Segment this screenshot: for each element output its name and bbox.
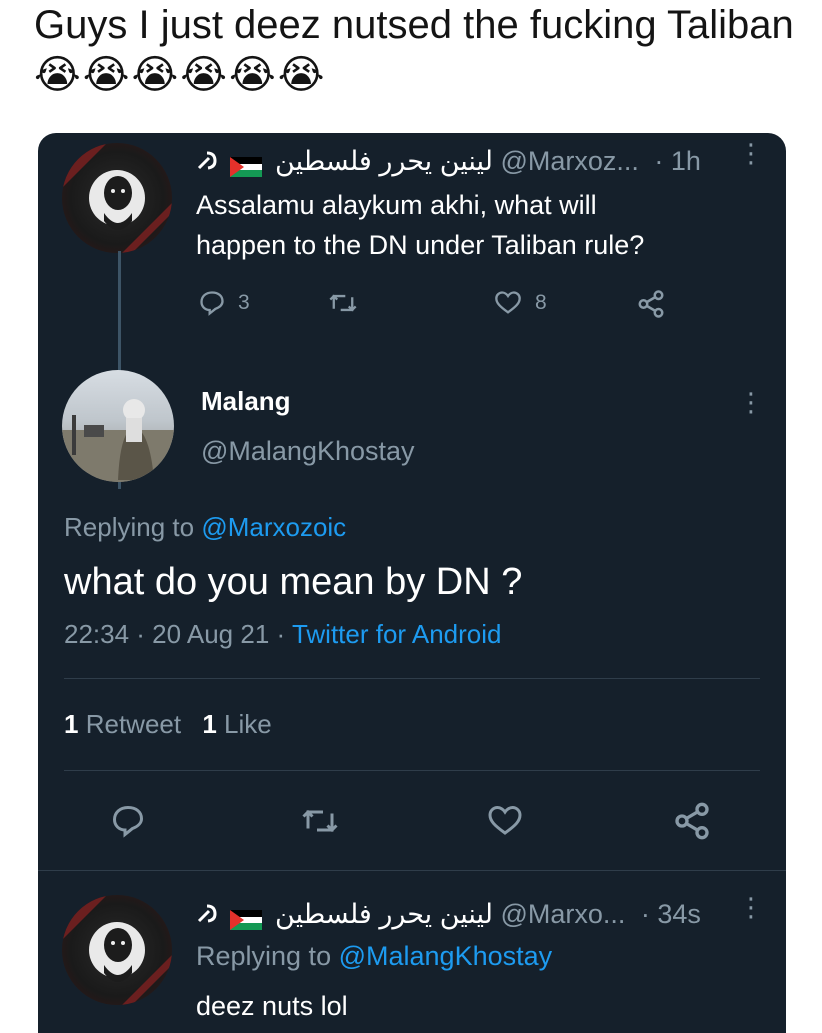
hammer-sickle-icon — [196, 900, 218, 931]
tweet1-more-icon[interactable]: ⋮ — [738, 140, 764, 166]
avatar-marxozoic[interactable] — [62, 143, 172, 253]
main-retweet-button[interactable] — [300, 803, 352, 839]
reply-icon — [200, 291, 224, 316]
main-like-button[interactable] — [486, 803, 536, 839]
meme-caption: Guys I just deez nutsed the fucking Tali… — [34, 0, 804, 100]
retweet-icon — [302, 809, 338, 833]
reply-display-name[interactable]: لينين يحرر فلسطين — [275, 899, 493, 929]
tweet1-text-line1: Assalamu alaykum akhi, what will — [196, 190, 597, 220]
main-replying-to: Replying to @Marxozoic — [64, 512, 346, 543]
tweet1-display-name[interactable]: لينين يحرر فلسطين — [275, 146, 493, 176]
share-icon — [638, 290, 664, 318]
crying-emoji-row: 😭😭😭😭😭😭 — [34, 53, 327, 97]
main-replying-label: Replying to — [64, 512, 195, 542]
retweet-stat[interactable]: 1 Retweet — [64, 709, 188, 739]
divider — [38, 870, 786, 871]
like-icon — [488, 805, 522, 835]
caption-text: Guys I just deez nutsed the fucking Tali… — [34, 3, 794, 47]
reply-replying-label: Replying to — [196, 941, 332, 971]
tweet1-text-line2: happen to the DN under Taliban rule? — [196, 230, 645, 260]
engagement-counts: 1 Retweet 1 Like — [64, 709, 272, 740]
main-display-name[interactable]: Malang — [201, 386, 291, 417]
retweet-label: Retweet — [85, 709, 182, 739]
reply-text: deez nuts lol — [196, 991, 348, 1021]
like-label: Like — [224, 709, 272, 739]
palestine-flag-icon — [229, 906, 262, 930]
tweet1-header: لينين يحرر فلسطين @Marxoz... · 1h — [196, 146, 701, 178]
like-count: 1 — [202, 709, 217, 739]
reply-header: لينين يحرر فلسطين @Marxo... · 34s — [196, 899, 701, 931]
tweet1-like-button[interactable]: 8 — [493, 289, 547, 317]
reply-replying-to: Replying to @MalangKhostay — [196, 941, 552, 972]
avatar-malang[interactable] — [62, 370, 174, 482]
like-icon — [495, 291, 521, 314]
tweet1-retweet-button[interactable] — [328, 289, 370, 317]
like-stat[interactable]: 1 Like — [202, 709, 271, 739]
tweet1-reply-button[interactable]: 3 — [198, 289, 250, 317]
retweet-count: 1 — [64, 709, 79, 739]
avatar-marxozoic-reply[interactable] — [62, 895, 172, 1005]
main-replying-handle[interactable]: @Marxozoic — [201, 512, 346, 542]
tweet1-time[interactable]: · 1h — [654, 146, 701, 176]
divider — [64, 678, 760, 679]
tweet1-share-button[interactable] — [636, 289, 678, 319]
main-handle[interactable]: @MalangKhostay — [201, 436, 415, 467]
hammer-sickle-icon — [196, 147, 218, 178]
tweet1-like-count: 8 — [535, 291, 547, 314]
share-icon — [675, 802, 709, 840]
retweet-icon — [329, 294, 357, 312]
main-meta: 22:34 · 20 Aug 21 · Twitter for Android — [64, 619, 501, 650]
main-timestamp[interactable]: 22:34 · 20 Aug 21 · — [64, 619, 285, 649]
main-reply-button[interactable] — [110, 803, 158, 839]
divider — [64, 770, 760, 771]
main-share-button[interactable] — [672, 801, 724, 841]
main-tweet-text: what do you mean by DN ? — [64, 561, 523, 603]
palestine-flag-icon — [229, 153, 262, 177]
tweet1-reply-count: 3 — [238, 291, 250, 314]
reply-icon — [112, 805, 144, 838]
main-more-icon[interactable]: ⋮ — [738, 389, 764, 415]
reply-handle[interactable]: @Marxo... — [500, 899, 625, 929]
tweet-thread-card: لينين يحرر فلسطين @Marxoz... · 1h ⋮ Assa… — [38, 133, 786, 1033]
reply-more-icon[interactable]: ⋮ — [738, 894, 764, 920]
reply-time[interactable]: · 34s — [641, 899, 701, 929]
tweet1-handle[interactable]: @Marxoz... — [500, 146, 638, 176]
main-source[interactable]: Twitter for Android — [292, 619, 502, 649]
reply-replying-handle[interactable]: @MalangKhostay — [339, 941, 553, 971]
